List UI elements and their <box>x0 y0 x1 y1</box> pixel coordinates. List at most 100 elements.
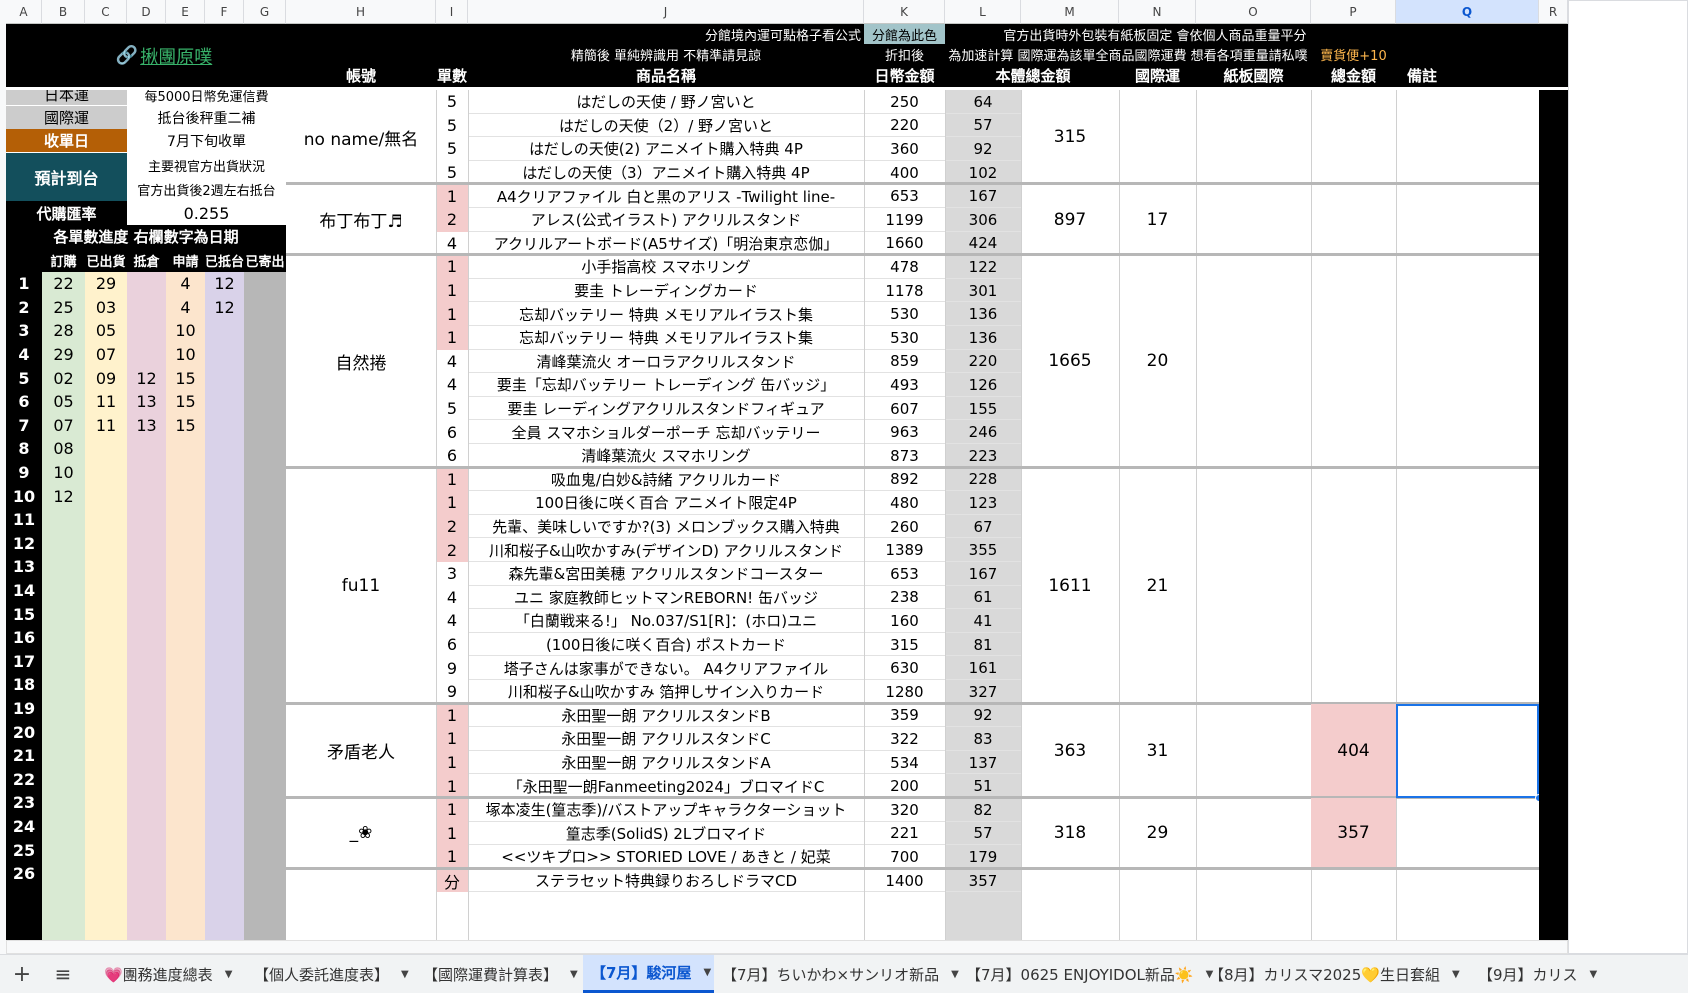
item-body-price[interactable]: 126 <box>945 373 1021 397</box>
item-qty[interactable]: 3 <box>436 562 468 586</box>
item-jpy[interactable]: 534 <box>864 751 945 775</box>
column-header-j[interactable]: J <box>468 0 864 24</box>
item-jpy[interactable]: 700 <box>864 845 945 869</box>
progress-cell[interactable]: 08 <box>42 437 85 461</box>
chevron-down-icon[interactable]: ▼ <box>570 969 578 980</box>
item-body-price[interactable]: 51 <box>945 774 1021 798</box>
item-name[interactable]: 忘却バッテリー 特典 メモリアルイラスト集 <box>468 326 864 350</box>
column-header-b[interactable]: B <box>42 0 85 24</box>
item-qty[interactable]: 5 <box>436 113 468 138</box>
item-qty[interactable]: 5 <box>436 90 468 114</box>
progress-cell[interactable]: 10 <box>166 343 205 367</box>
account-name[interactable]: no name/無名 <box>286 90 436 184</box>
progress-cell[interactable]: 25 <box>42 296 85 320</box>
item-jpy[interactable]: 653 <box>864 184 945 208</box>
item-jpy[interactable]: 892 <box>864 468 945 492</box>
group-intl-shipping[interactable] <box>1119 90 1196 184</box>
item-body-price[interactable]: 301 <box>945 279 1021 303</box>
progress-cell[interactable]: 15 <box>166 414 205 438</box>
progress-cell[interactable]: 22 <box>42 272 85 296</box>
item-jpy[interactable]: 160 <box>864 609 945 633</box>
group-final-total[interactable] <box>1311 90 1396 184</box>
item-qty[interactable]: 4 <box>436 585 468 610</box>
item-body-price[interactable]: 306 <box>945 208 1021 232</box>
group-intl-shipping[interactable]: 17 <box>1119 184 1196 255</box>
progress-cell[interactable]: 13 <box>127 414 166 438</box>
item-qty[interactable]: 1 <box>436 750 468 775</box>
progress-cell[interactable]: 15 <box>166 366 205 390</box>
item-name[interactable]: 永田聖一朗 アクリルスタンドB <box>468 704 864 728</box>
item-name[interactable]: はだしの天使（2）/ 野ノ宮いと <box>468 114 864 138</box>
item-body-price[interactable]: 136 <box>945 326 1021 350</box>
item-qty[interactable]: 6 <box>436 444 468 468</box>
group-body-total[interactable]: 315 <box>1021 90 1119 184</box>
progress-cell[interactable]: 29 <box>42 343 85 367</box>
item-name[interactable]: 全員 スマホショルダーポーチ 忘却バッテリー <box>468 420 864 444</box>
item-jpy[interactable]: 963 <box>864 420 945 444</box>
item-body-price[interactable]: 92 <box>945 704 1021 728</box>
item-qty[interactable]: 5 <box>436 160 468 185</box>
group-final-total[interactable]: 404 <box>1311 703 1396 798</box>
progress-cell[interactable]: 03 <box>85 296 127 320</box>
sheet-tab[interactable]: 【國際運費計算表】 ▼ <box>415 955 583 993</box>
item-name[interactable]: ステラセット特典録りおろしドラマCD <box>468 869 864 893</box>
item-name[interactable]: はだしの天使（3）アニメイト購入特典 4P <box>468 161 864 185</box>
item-body-price[interactable]: 167 <box>945 184 1021 208</box>
item-name[interactable]: 小手指高校 スマホリング <box>468 255 864 279</box>
item-qty[interactable]: 2 <box>436 538 468 562</box>
item-name[interactable]: 100日後に咲く百合 アニメイト限定4P <box>468 491 864 515</box>
item-body-price[interactable]: 424 <box>945 232 1021 256</box>
add-sheet-button[interactable]: + <box>10 961 34 987</box>
item-qty[interactable]: 1 <box>436 184 468 208</box>
item-qty[interactable]: 9 <box>436 656 468 680</box>
column-header-p[interactable]: P <box>1311 0 1396 24</box>
item-qty[interactable]: 1 <box>436 845 468 869</box>
account-name[interactable]: 布丁布丁♬ <box>286 184 436 255</box>
column-header-c[interactable]: C <box>85 0 127 24</box>
item-body-price[interactable]: 357 <box>945 869 1021 893</box>
group-body-total[interactable]: 1611 <box>1021 468 1119 704</box>
sheet-tab[interactable]: 【8月】カリスマ2025💛生日套組 ▼ <box>1201 955 1470 993</box>
sheet-tab[interactable]: 【7月】駿河屋 ▼ <box>583 955 714 993</box>
item-jpy[interactable]: 360 <box>864 137 945 161</box>
item-body-price[interactable]: 355 <box>945 538 1021 562</box>
item-qty[interactable]: 2 <box>436 208 468 232</box>
item-qty[interactable]: 1 <box>436 302 468 326</box>
item-jpy[interactable]: 400 <box>864 161 945 185</box>
group-body-total[interactable]: 1665 <box>1021 255 1119 467</box>
item-qty[interactable]: 6 <box>436 420 468 444</box>
item-qty[interactable]: 6 <box>436 632 468 657</box>
item-name[interactable]: 要圭 レーディングアクリルスタンドフィギュア <box>468 397 864 421</box>
group-body-total[interactable]: 897 <box>1021 184 1119 255</box>
progress-cell[interactable]: 11 <box>85 390 127 414</box>
column-header-r[interactable]: R <box>1539 0 1568 24</box>
chevron-down-icon[interactable]: ▼ <box>225 969 233 980</box>
item-name[interactable]: A4クリアファイル 白と黒のアリス -Twilight line- <box>468 184 864 208</box>
group-intl-shipping[interactable]: 21 <box>1119 468 1196 704</box>
item-name[interactable]: 塚本凌生(篁志季)/バストアップキャラクターショット <box>468 798 864 822</box>
item-body-price[interactable]: 136 <box>945 302 1021 326</box>
progress-cell[interactable]: 07 <box>85 343 127 367</box>
item-jpy[interactable]: 859 <box>864 350 945 374</box>
item-jpy[interactable]: 220 <box>864 114 945 138</box>
progress-cell[interactable]: 15 <box>166 390 205 414</box>
item-jpy[interactable]: 493 <box>864 373 945 397</box>
column-header-q[interactable]: Q <box>1396 0 1539 24</box>
item-qty[interactable]: 1 <box>436 467 468 492</box>
item-name[interactable]: (100日後に咲く百合) ポストカード <box>468 633 864 657</box>
progress-cell[interactable]: 10 <box>166 319 205 343</box>
item-body-price[interactable]: 122 <box>945 255 1021 279</box>
progress-cell[interactable]: 4 <box>166 296 205 320</box>
item-qty[interactable]: 2 <box>436 514 468 539</box>
item-jpy[interactable]: 653 <box>864 562 945 586</box>
progress-cell[interactable]: 13 <box>127 390 166 414</box>
column-header-d[interactable]: D <box>127 0 166 24</box>
progress-cell[interactable]: 07 <box>42 414 85 438</box>
item-qty[interactable]: 4 <box>436 373 468 397</box>
column-header-f[interactable]: F <box>205 0 244 24</box>
item-name[interactable]: 清峰葉流火 スマホリング <box>468 444 864 468</box>
item-body-price[interactable]: 64 <box>945 90 1021 114</box>
item-name[interactable]: 篁志季(SolidS) 2Lブロマイド <box>468 822 864 846</box>
item-jpy[interactable]: 221 <box>864 822 945 846</box>
progress-cell[interactable]: 02 <box>42 366 85 390</box>
